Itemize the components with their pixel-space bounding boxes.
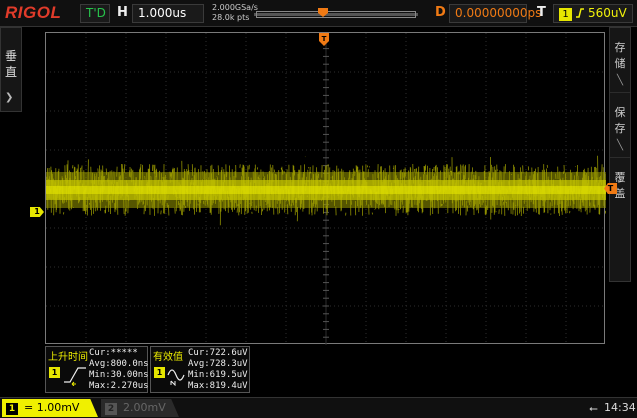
run-status-indicator[interactable]: T'D (80, 4, 110, 23)
ch1-number: 1 (6, 403, 18, 415)
vertical-menu-label: 垂直 (4, 49, 17, 79)
measurement-min: Min:619.5uV (188, 370, 248, 380)
horizontal-label: H (117, 5, 128, 20)
measurement-title: 有效值 (153, 352, 183, 363)
bottom-status-bar: 1 = 1.00mV 2 2.00mV ⭠ 14:34 (0, 397, 637, 418)
delay-readout[interactable]: 0.00000000ps (449, 4, 541, 23)
chevron-right-icon: ❯ (5, 92, 14, 103)
measurement-values: Cur:***** Avg:800.0ns Min:30.00ns Max:2.… (89, 348, 149, 392)
top-status-bar: RIGOL T'D H 1.000us 2.000GSa/s 28.0k pts… (0, 0, 637, 27)
trigger-position-icon: T (319, 33, 329, 46)
memory-position-bar (254, 8, 418, 21)
sine-wave-icon (167, 369, 185, 386)
measurement-max: Max:2.270us (89, 381, 149, 391)
measurement-avg: Avg:800.0ns (89, 359, 149, 369)
measurement-min: Min:30.00ns (89, 370, 149, 380)
measurement-cur: Cur:***** (89, 348, 138, 358)
measurement-rise-time[interactable]: 上升时间 1 Cur:***** Avg:800.0ns Min:30.00ns… (45, 346, 149, 393)
measurement-title: 上升时间 (48, 352, 88, 363)
softkey-save[interactable]: 保存 ╲ (610, 93, 630, 158)
view-window (256, 11, 416, 18)
acquisition-info: 2.000GSa/s 28.0k pts (212, 3, 258, 23)
softkey-storage[interactable]: 存储 ╲ (610, 28, 630, 93)
measurement-cur: Cur:722.6uV (188, 348, 248, 358)
trigger-label: T (537, 5, 546, 20)
rigol-logo: RIGOL (5, 3, 62, 22)
measurement-channel-badge: 1 (49, 367, 60, 378)
ch2-number: 2 (105, 403, 117, 415)
ch2-scale-button[interactable]: 2 2.00mV (101, 399, 179, 417)
sample-rate: 2.000GSa/s (212, 3, 258, 12)
timebase-readout[interactable]: 1.000us (132, 4, 204, 23)
measurement-rms[interactable]: 有效值 1 Cur:722.6uV Avg:728.3uV Min:619.5u… (150, 346, 250, 393)
trigger-source-badge: 1 (559, 8, 572, 21)
softkey-save-label: 保存 (614, 106, 626, 135)
rising-edge-icon (576, 8, 584, 18)
chevron-icon: ╲ (616, 140, 624, 151)
measurement-channel-badge: 1 (154, 367, 165, 378)
delay-label: D (435, 5, 446, 20)
vertical-menu-tab[interactable]: 垂直 ❯ (0, 27, 22, 112)
right-softkey-panel: 存储 ╲ 保存 ╲ 覆盖 (609, 27, 631, 282)
trigger-settings[interactable]: 1 560uV (553, 4, 633, 23)
ch1-scale: = 1.00mV (24, 401, 80, 414)
ch2-scale: 2.00mV (123, 401, 166, 414)
svg-text:T: T (322, 35, 327, 43)
memory-depth: 28.0k pts (212, 13, 250, 22)
ch1-offset-marker[interactable]: 1 (30, 207, 44, 217)
measurement-max: Max:819.4uV (188, 381, 248, 391)
measurement-avg: Avg:728.3uV (188, 359, 248, 369)
waveform-display[interactable] (45, 32, 606, 345)
ch1-trace-center (46, 186, 606, 194)
chevron-icon: ╲ (616, 75, 624, 86)
graticule (46, 33, 606, 345)
ch1-scale-button[interactable]: 1 = 1.00mV (2, 399, 98, 417)
softkey-storage-label: 存储 (614, 41, 626, 70)
measurement-values: Cur:722.6uV Avg:728.3uV Min:619.5uV Max:… (188, 348, 248, 392)
system-clock: 14:34 (604, 401, 636, 414)
rising-edge-icon (64, 367, 86, 386)
trigger-level-value: 560uV (588, 6, 627, 20)
usb-icon: ⭠ (589, 402, 598, 415)
